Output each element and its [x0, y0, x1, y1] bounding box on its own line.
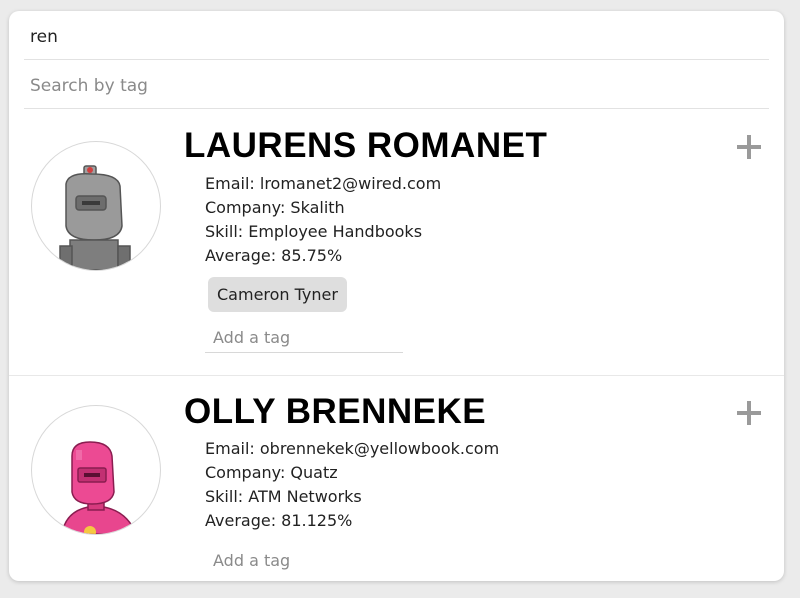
student-skill: Skill: Employee Handbooks: [205, 222, 423, 241]
plus-icon[interactable]: [731, 129, 767, 165]
tag-search-input[interactable]: [24, 63, 769, 109]
student-details: Email: obrennekek@yellowbook.com Company…: [205, 437, 499, 533]
student-card: LAURENS ROMANET Email: lromanet2@wired.c…: [9, 109, 784, 376]
robot-avatar-icon: [31, 405, 161, 535]
name-search-input[interactable]: [24, 14, 769, 60]
add-tag-input[interactable]: [205, 545, 403, 575]
student-name: OLLY BRENNEKE: [184, 392, 487, 431]
student-email: Email: lromanet2@wired.com: [205, 174, 442, 193]
student-company: Company: Quatz: [205, 463, 338, 482]
tag-chip: Cameron Tyner: [208, 277, 347, 312]
plus-icon[interactable]: [731, 395, 767, 431]
student-company: Company: Skalith: [205, 198, 345, 217]
student-average: Average: 81.125%: [205, 511, 353, 530]
student-details: Email: lromanet2@wired.com Company: Skal…: [205, 172, 441, 268]
student-skill: Skill: ATM Networks: [205, 487, 362, 506]
add-tag-input[interactable]: [205, 323, 403, 353]
student-card: OLLY BRENNEKE Email: obrennekek@yellowbo…: [9, 375, 784, 581]
student-list-card: LAURENS ROMANET Email: lromanet2@wired.c…: [9, 11, 784, 581]
student-email: Email: obrennekek@yellowbook.com: [205, 439, 500, 458]
robot-avatar-icon: [31, 141, 161, 271]
student-name: LAURENS ROMANET: [184, 126, 548, 165]
student-average: Average: 85.75%: [205, 246, 343, 265]
